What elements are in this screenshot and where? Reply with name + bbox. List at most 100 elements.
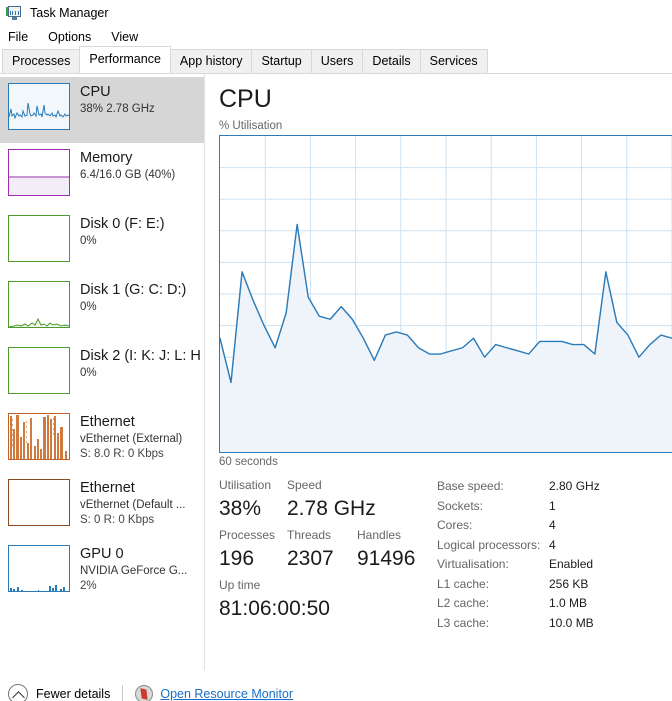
spec-cores: Cores: 4 — [437, 516, 672, 536]
memory-thumbnail-graph — [8, 149, 70, 196]
spec-logical-processors: Logical processors: 4 — [437, 536, 672, 556]
sidebar-item-ethernet-external[interactable]: Ethernet vEthernet (External) S: 8.0 R: … — [0, 407, 204, 473]
chevron-up-icon[interactable] — [8, 684, 28, 701]
stat-threads-label: Threads — [287, 528, 332, 542]
stats-area: Utilisation 38% Speed 2.78 GHz Processes… — [219, 476, 672, 633]
cpu-thumbnail-graph — [8, 83, 70, 130]
fewer-details-button[interactable]: Fewer details — [36, 687, 110, 701]
tab-startup[interactable]: Startup — [251, 49, 312, 73]
spec-l3-cache-value: 10.0 MB — [549, 615, 594, 630]
spec-cores-key: Cores: — [437, 518, 473, 532]
sidebar-disk-2-sub1: 0% — [80, 367, 97, 379]
stat-threads-value: 2307 — [287, 547, 334, 570]
disk-1-thumbnail-graph — [8, 281, 70, 328]
tab-strip: Processes Performance App history Startu… — [0, 46, 672, 74]
sidebar-item-ethernet-default[interactable]: Ethernet vEthernet (Default ... S: 0 R: … — [0, 473, 204, 539]
sidebar-cpu-text: CPU 38% 2.78 GHz — [80, 83, 155, 117]
chart-axis-label: % Utilisation — [219, 120, 283, 132]
sidebar-item-cpu[interactable]: CPU 38% 2.78 GHz — [0, 77, 204, 143]
sidebar-disk-2-text: Disk 2 (I: K: J: L: H:) 0% — [80, 347, 200, 381]
spec-logical-processors-key: Logical processors: — [437, 537, 541, 552]
resource-monitor-icon — [135, 685, 154, 701]
stats-left-column: Utilisation 38% Speed 2.78 GHz Processes… — [219, 476, 429, 633]
tab-processes[interactable]: Processes — [2, 49, 81, 73]
spec-l1-cache-key: L1 cache: — [437, 576, 490, 591]
stat-uptime-label: Up time — [219, 578, 261, 592]
sidebar-ethernet-default-sub1: vEthernet (Default ... — [80, 499, 186, 511]
sidebar-memory-text: Memory 6.4/16.0 GB (40%) — [80, 149, 175, 183]
sidebar-disk-1-text: Disk 1 (G: C: D:) 0% — [80, 281, 186, 315]
stat-processes-label: Processes — [219, 528, 276, 542]
tab-services[interactable]: Services — [419, 49, 488, 73]
sidebar-disk-0-text: Disk 0 (F: E:) 0% — [80, 215, 165, 249]
tab-users[interactable]: Users — [310, 49, 364, 73]
status-bar: Fewer details Open Resource Monitor — [0, 670, 672, 701]
sidebar-disk-0-sub1: 0% — [80, 235, 97, 247]
tab-app-history[interactable]: App history — [169, 49, 253, 73]
menu-view[interactable]: View — [109, 28, 146, 46]
spec-sockets: Sockets: 1 — [437, 497, 672, 517]
sidebar-gpu-0-title: GPU 0 — [80, 546, 124, 562]
spec-cores-value: 4 — [549, 518, 556, 532]
sidebar-disk-1-title: Disk 1 (G: C: D:) — [80, 282, 187, 298]
menu-options[interactable]: Options — [46, 28, 99, 46]
content-area: CPU 38% 2.78 GHz Memory 6.4/16.0 GB (40%… — [0, 74, 672, 670]
spec-l2-cache: L2 cache: 1.0 MB — [437, 594, 672, 614]
sidebar-ethernet-default-text: Ethernet vEthernet (Default ... S: 0 R: … — [80, 479, 185, 528]
spec-l2-cache-key: L2 cache: — [437, 596, 490, 610]
spec-logical-processors-value: 4 — [549, 537, 556, 552]
stats-row-1: Utilisation 38% Speed 2.78 GHz — [219, 476, 429, 523]
task-manager-icon — [6, 5, 22, 21]
disk-0-thumbnail-graph — [8, 215, 70, 262]
spec-virtualisation: Virtualisation: Enabled — [437, 555, 672, 575]
gpu-0-thumbnail-graph — [8, 545, 70, 592]
cpu-specs-list: Base speed: 2.80 GHz Sockets: 1 Cores: 4… — [429, 476, 672, 633]
stat-utilisation-label: Utilisation — [219, 478, 272, 492]
stat-handles-label: Handles — [357, 528, 402, 542]
stat-speed-value: 2.78 GHz — [287, 497, 376, 520]
sidebar-gpu-0-text: GPU 0 NVIDIA GeForce G... 2% — [80, 545, 187, 594]
ethernet-default-thumbnail-graph — [8, 479, 70, 526]
sidebar-gpu-0-sub2: 2% — [80, 580, 97, 592]
sidebar-ethernet-default-sub2: S: 0 R: 0 Kbps — [80, 514, 155, 526]
sidebar-gpu-0-sub1: NVIDIA GeForce G... — [80, 565, 188, 577]
stats-row-3: Up time 81:06:00:50 — [219, 576, 429, 623]
stat-handles: Handles 91496 — [357, 526, 427, 573]
sidebar-item-memory[interactable]: Memory 6.4/16.0 GB (40%) — [0, 143, 204, 209]
stat-utilisation-value: 38% — [219, 497, 262, 520]
title-bar: Task Manager — [0, 0, 672, 26]
sidebar-item-disk-1[interactable]: Disk 1 (G: C: D:) 0% — [0, 275, 204, 341]
sidebar-memory-sub1: 6.4/16.0 GB (40%) — [80, 169, 176, 181]
cpu-chart-svg — [220, 136, 672, 452]
cpu-utilisation-chart — [219, 135, 672, 453]
page-title: CPU — [219, 85, 272, 113]
stats-row-2: Processes 196 Threads 2307 Handles 91496 — [219, 526, 429, 573]
spec-base-speed: Base speed: 2.80 GHz — [437, 477, 672, 497]
stat-processes-value: 196 — [219, 547, 255, 570]
spec-virtualisation-key: Virtualisation: — [437, 557, 509, 571]
spec-l1-cache: L1 cache: 256 KB — [437, 575, 672, 595]
spec-l1-cache-value: 256 KB — [549, 576, 589, 591]
sidebar-item-disk-0[interactable]: Disk 0 (F: E:) 0% — [0, 209, 204, 275]
spec-base-speed-value: 2.80 GHz — [549, 479, 600, 493]
sidebar-item-gpu-0[interactable]: GPU 0 NVIDIA GeForce G... 2% — [0, 539, 204, 605]
spec-base-speed-key: Base speed: — [437, 479, 504, 493]
tab-details[interactable]: Details — [362, 49, 421, 73]
sidebar-ethernet-external-title: Ethernet — [80, 414, 135, 430]
tab-performance[interactable]: Performance — [79, 46, 171, 73]
open-resource-monitor-link[interactable]: Open Resource Monitor — [160, 687, 293, 701]
chart-time-range-label: 60 seconds — [219, 456, 278, 468]
spec-sockets-value: 1 — [549, 498, 556, 513]
cpu-detail-panel: CPU % Utilisation 60 seconds Utilisation… — [205, 74, 672, 670]
stat-handles-value: 91496 — [357, 547, 416, 570]
sidebar-item-disk-2[interactable]: Disk 2 (I: K: J: L: H:) 0% — [0, 341, 204, 407]
sidebar-ethernet-external-sub1: vEthernet (External) — [80, 433, 183, 445]
stat-uptime: Up time 81:06:00:50 — [219, 576, 330, 623]
sidebar-cpu-sub1: 38% 2.78 GHz — [80, 103, 155, 115]
disk-2-thumbnail-graph — [8, 347, 70, 394]
sidebar-ethernet-default-title: Ethernet — [80, 480, 135, 496]
sidebar-cpu-title: CPU — [80, 84, 111, 100]
resource-sidebar: CPU 38% 2.78 GHz Memory 6.4/16.0 GB (40%… — [0, 74, 205, 670]
menu-bar: File Options View — [0, 26, 672, 48]
menu-file[interactable]: File — [6, 28, 36, 46]
